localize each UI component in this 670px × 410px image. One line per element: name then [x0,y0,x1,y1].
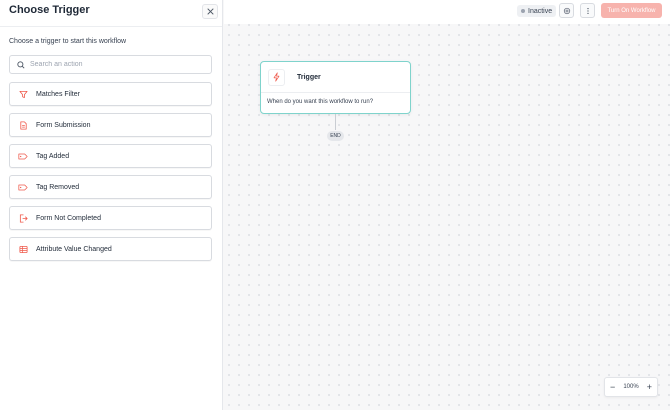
end-badge: END [327,131,344,141]
zoom-out-button[interactable]: − [610,382,615,392]
zoom-level: 100% [623,384,639,390]
gear-icon [563,7,570,14]
panel-header: Choose Trigger [0,0,222,27]
close-button[interactable] [202,4,218,19]
status-badge: Inactive [517,5,557,17]
trigger-tag-added[interactable]: Tag Added [9,144,212,168]
trigger-label: Matches Filter [36,90,80,98]
panel-title: Choose Trigger [9,4,90,16]
node-connector [335,114,336,130]
close-icon [206,8,214,15]
settings-button[interactable] [559,3,574,18]
more-options-button[interactable] [580,3,595,18]
bolt-icon [268,68,285,86]
document-icon [11,120,35,130]
status-dot [521,9,525,13]
more-vertical-icon [586,7,589,14]
trigger-attribute-value-changed[interactable]: Attribute Value Changed [9,237,212,261]
tag-icon [11,183,35,192]
trigger-panel: Choose Trigger Choose a trigger to start… [0,0,223,410]
node-title: Trigger [297,73,321,81]
table-icon [11,245,35,254]
trigger-form-submission[interactable]: Form Submission [9,113,212,137]
zoom-in-button[interactable]: + [647,382,652,392]
trigger-form-not-completed[interactable]: Form Not Completed [9,206,212,230]
search-box[interactable] [9,55,212,74]
trigger-tag-removed[interactable]: Tag Removed [9,175,212,199]
trigger-label: Tag Removed [36,183,80,191]
panel-subtitle: Choose a trigger to start this workflow [9,38,127,45]
trigger-matches-filter[interactable]: Matches Filter [9,82,212,106]
trigger-node[interactable]: Trigger When do you want this workflow t… [260,61,411,114]
status-label: Inactive [528,7,553,15]
turn-on-workflow-button[interactable]: Turn On Workflow [601,3,662,18]
trigger-label: Form Submission [36,121,91,129]
search-input[interactable] [30,61,200,68]
trigger-label: Attribute Value Changed [36,245,112,253]
exit-icon [11,213,35,223]
trigger-label: Tag Added [36,152,70,160]
node-header: Trigger [261,62,410,93]
trigger-label: Form Not Completed [36,214,101,222]
tag-icon [11,152,35,161]
zoom-control: − 100% + [604,377,658,397]
node-description: When do you want this workflow to run? [267,99,374,105]
search-icon [17,60,25,69]
filter-icon [11,90,35,99]
